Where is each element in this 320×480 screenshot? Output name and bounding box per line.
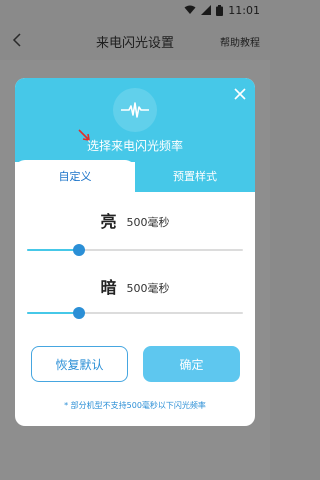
- dark-slider[interactable]: [27, 306, 243, 320]
- dialog-header: 选择来电闪光频率: [15, 78, 255, 162]
- close-icon[interactable]: [233, 86, 247, 100]
- help-tutorial-link[interactable]: 帮助教程: [220, 34, 260, 49]
- slider-fill: [27, 249, 79, 251]
- bright-value: 500毫秒: [126, 216, 170, 229]
- tab-preset-style[interactable]: 预置样式: [135, 160, 255, 192]
- flash-frequency-dialog: 选择来电闪光频率 自定义 预置样式 亮 500毫秒 暗 500毫秒 恢复默认 确定 …: [15, 78, 255, 426]
- dark-value: 500毫秒: [126, 282, 170, 295]
- confirm-button[interactable]: 确定: [143, 346, 240, 382]
- tab-custom[interactable]: 自定义: [15, 160, 135, 192]
- bright-row: 亮 500毫秒: [15, 208, 255, 232]
- wifi-icon: [184, 5, 196, 15]
- dark-row: 暗 500毫秒: [15, 274, 255, 298]
- reset-default-button[interactable]: 恢复默认: [31, 346, 128, 382]
- battery-icon: [216, 4, 224, 16]
- waveform-icon: [113, 88, 157, 132]
- status-bar: 11:01: [0, 0, 270, 20]
- app-header: 来电闪光设置 帮助教程: [0, 20, 270, 60]
- tab-bar: 自定义 预置样式: [15, 160, 255, 192]
- dark-label: 暗: [100, 278, 117, 297]
- bright-slider[interactable]: [27, 243, 243, 257]
- slider-thumb[interactable]: [72, 307, 85, 319]
- dialog-title: 选择来电闪光频率: [86, 139, 183, 153]
- bright-label: 亮: [100, 212, 117, 231]
- compatibility-note: * 部分机型不支持500毫秒以下闪光频率: [64, 401, 206, 410]
- signal-icon: [201, 5, 212, 15]
- slider-fill: [27, 312, 79, 314]
- slider-thumb[interactable]: [72, 244, 85, 256]
- status-time: 11:01: [228, 3, 260, 17]
